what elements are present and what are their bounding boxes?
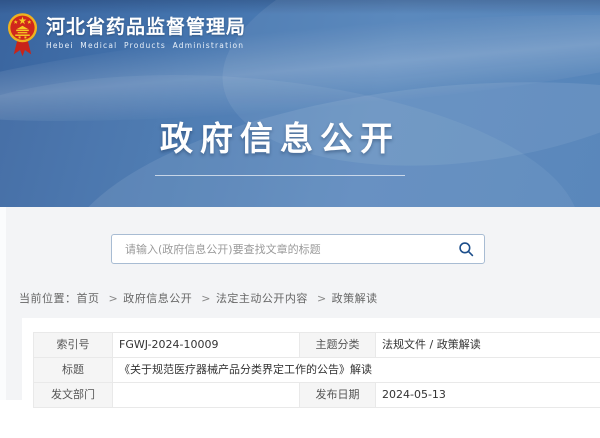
- banner-underline: [155, 175, 405, 176]
- field-value-publish-date: 2024-05-13: [376, 383, 600, 408]
- field-value-index-number: FGWJ-2024-10009: [113, 333, 300, 358]
- hero-header: 河北省药品监督管理局 Hebei Medical Products Admini…: [0, 0, 600, 207]
- breadcrumb-separator: >: [201, 292, 211, 305]
- breadcrumb-separator: >: [109, 292, 119, 305]
- breadcrumb-item-info-disclosure[interactable]: 政府信息公开: [123, 292, 192, 305]
- field-label-topic-category: 主题分类: [300, 333, 376, 358]
- org-name-en: Hebei Medical Products Administration: [46, 41, 246, 50]
- field-value-title: 《关于规范医疗器械产品分类界定工作的公告》解读: [113, 358, 600, 383]
- search-box: [111, 234, 485, 264]
- field-value-issuing-department: [113, 383, 300, 408]
- page-title: 政府信息公开: [0, 112, 560, 160]
- national-emblem-icon: [7, 11, 38, 58]
- breadcrumb-item-home[interactable]: 首页: [77, 292, 100, 305]
- search-row: [6, 207, 600, 264]
- document-card: 索引号 FGWJ-2024-10009 主题分类 法规文件 / 政策解读 标题 …: [22, 318, 600, 438]
- org-name-zh: 河北省药品监督管理局: [46, 16, 246, 38]
- breadcrumb-item-statutory-disclosure[interactable]: 法定主动公开内容: [216, 292, 308, 305]
- field-label-publish-date: 发布日期: [300, 383, 376, 408]
- field-label-title: 标题: [34, 358, 113, 383]
- search-input[interactable]: [123, 242, 458, 257]
- breadcrumb-item-policy-interpretation[interactable]: 政策解读: [332, 292, 378, 305]
- field-value-topic-category: 法规文件 / 政策解读: [376, 333, 600, 358]
- breadcrumb: 当前位置：首页 > 政府信息公开 > 法定主动公开内容 > 政策解读: [19, 290, 600, 306]
- content-section: 当前位置：首页 > 政府信息公开 > 法定主动公开内容 > 政策解读 索引号 FGWJ…: [0, 207, 600, 400]
- field-label-issuing-department: 发文部门: [34, 383, 113, 408]
- table-row: 发文部门 发布日期 2024-05-13: [34, 383, 600, 408]
- breadcrumb-prefix: 当前位置：: [19, 292, 77, 305]
- field-label-index-number: 索引号: [34, 333, 113, 358]
- table-row: 标题 《关于规范医疗器械产品分类界定工作的公告》解读: [34, 358, 600, 383]
- banner: 政府信息公开: [0, 112, 560, 176]
- search-icon: [458, 241, 474, 257]
- search-button[interactable]: [458, 241, 474, 257]
- org-names: 河北省药品监督管理局 Hebei Medical Products Admini…: [46, 11, 246, 50]
- document-info-table: 索引号 FGWJ-2024-10009 主题分类 法规文件 / 政策解读 标题 …: [33, 332, 600, 408]
- site-logo[interactable]: 河北省药品监督管理局 Hebei Medical Products Admini…: [7, 11, 246, 58]
- breadcrumb-separator: >: [317, 292, 327, 305]
- table-row: 索引号 FGWJ-2024-10009 主题分类 法规文件 / 政策解读: [34, 333, 600, 358]
